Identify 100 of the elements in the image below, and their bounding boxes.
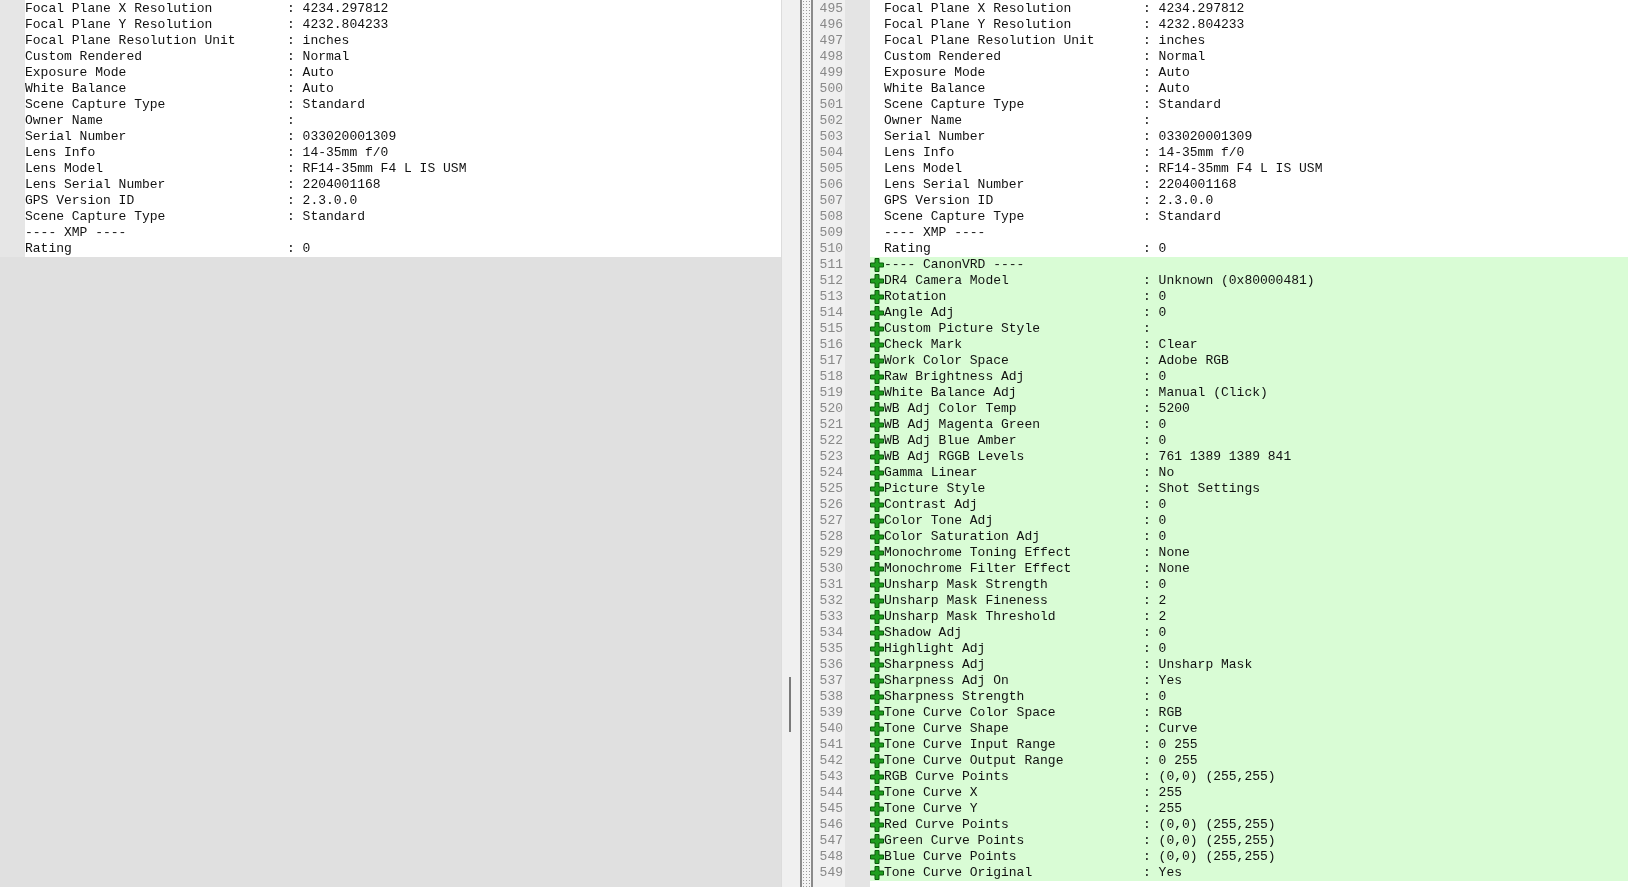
field-value: : Standard [1143,209,1221,225]
field-value: : 761 1389 1389 841 [1143,449,1292,465]
plus-icon [870,578,884,592]
line-number: 508 [818,209,844,225]
field-name: Focal Plane Y Resolution [25,17,214,33]
plus-icon [870,706,884,720]
line-number: 544 [818,785,844,801]
field-value: : RF14-35mm F4 L IS USM [1143,161,1323,177]
plus-icon [870,690,884,704]
field-value: : 0 [1143,513,1167,529]
field-name: Unsharp Mask Threshold [884,609,1057,625]
line-number: 548 [818,849,844,865]
field-name: Unsharp Mask Fineness [884,593,1049,609]
plus-icon [870,482,884,496]
field-name: Green Curve Points [884,833,1026,849]
field-value: : 0 [1143,625,1167,641]
line-number: 530 [818,561,844,577]
field-name: Monochrome Toning Effect [884,545,1073,561]
plus-icon [870,274,884,288]
plus-icon [870,498,884,512]
field-value: : [1143,321,1151,337]
field-value: : None [1143,545,1190,561]
field-name: Lens Info [884,145,956,161]
field-value: : 033020001309 [287,129,397,145]
field-name: ---- CanonVRD ---- [884,257,1026,273]
field-name: Rotation [884,289,948,305]
field-value: : inches [1143,33,1206,49]
field-name: Picture Style [884,481,987,497]
field-name: Check Mark [884,337,963,353]
field-name: GPS Version ID [884,193,995,209]
field-name: GPS Version ID [25,193,136,209]
plus-icon [870,466,884,480]
plus-icon [870,674,884,688]
field-name: Tone Curve Input Range [884,737,1057,753]
field-name: Rating [884,241,932,257]
line-number: 531 [818,577,844,593]
line-number: 498 [818,49,844,65]
line-number: 519 [818,385,844,401]
plus-icon [870,514,884,528]
field-value: : (0,0) (255,255) [1143,769,1276,785]
field-value: : 0 [1143,577,1167,593]
line-number: 540 [818,721,844,737]
line-number: 514 [818,305,844,321]
field-name: RGB Curve Points [884,769,1010,785]
field-name: DR4 Camera Model [884,273,1010,289]
field-value: : 2.3.0.0 [287,193,358,209]
field-value: : inches [287,33,350,49]
line-number: 534 [818,625,844,641]
field-value: : Unsharp Mask [1143,657,1253,673]
field-name: Focal Plane Y Resolution [884,17,1073,33]
line-number: 507 [818,193,844,209]
line-number: 521 [818,417,844,433]
plus-icon [870,290,884,304]
line-number: 510 [818,241,844,257]
line-number: 527 [818,513,844,529]
line-number: 541 [818,737,844,753]
field-value: : 255 [1143,801,1182,817]
scrollbar-thumb[interactable] [789,677,791,732]
line-number: 538 [818,689,844,705]
field-name: Raw Brightness Adj [884,369,1026,385]
plus-icon [870,658,884,672]
field-value: : Auto [1143,81,1190,97]
line-number: 524 [818,465,844,481]
field-value: : No [1143,465,1175,481]
field-name: ---- XMP ---- [25,225,128,241]
field-name: ---- XMP ---- [884,225,987,241]
plus-icon [870,562,884,576]
field-value: : 5200 [1143,401,1190,417]
line-number: 505 [818,161,844,177]
field-name: Tone Curve Shape [884,721,1010,737]
line-number: 495 [818,1,844,17]
line-number: 542 [818,753,844,769]
field-name: Focal Plane X Resolution [884,1,1073,17]
field-name: Sharpness Strength [884,689,1026,705]
field-value: : 14-35mm f/0 [287,145,389,161]
line-number: 547 [818,833,844,849]
field-name: Unsharp Mask Strength [884,577,1049,593]
line-number: 533 [818,609,844,625]
line-number: 509 [818,225,844,241]
line-number: 513 [818,289,844,305]
field-value: : 0 [1143,689,1167,705]
field-name: Focal Plane X Resolution [25,1,214,17]
field-name: Custom Rendered [25,49,144,65]
field-name: Angle Adj [884,305,956,321]
field-value: : 2 [1143,593,1167,609]
field-value: : (0,0) (255,255) [1143,833,1276,849]
splitter-handle[interactable] [800,0,813,887]
field-value: : (0,0) (255,255) [1143,817,1276,833]
field-name: Scene Capture Type [25,97,167,113]
field-value: : 0 [1143,433,1167,449]
field-value: : Clear [1143,337,1198,353]
line-number: 497 [818,33,844,49]
field-name: WB Adj RGGB Levels [884,449,1026,465]
line-number: 543 [818,769,844,785]
field-value: : RF14-35mm F4 L IS USM [287,161,467,177]
field-value: : Auto [287,81,334,97]
field-name: Lens Serial Number [884,177,1026,193]
field-name: Scene Capture Type [884,97,1026,113]
plus-icon [870,770,884,784]
field-name: Custom Picture Style [884,321,1042,337]
